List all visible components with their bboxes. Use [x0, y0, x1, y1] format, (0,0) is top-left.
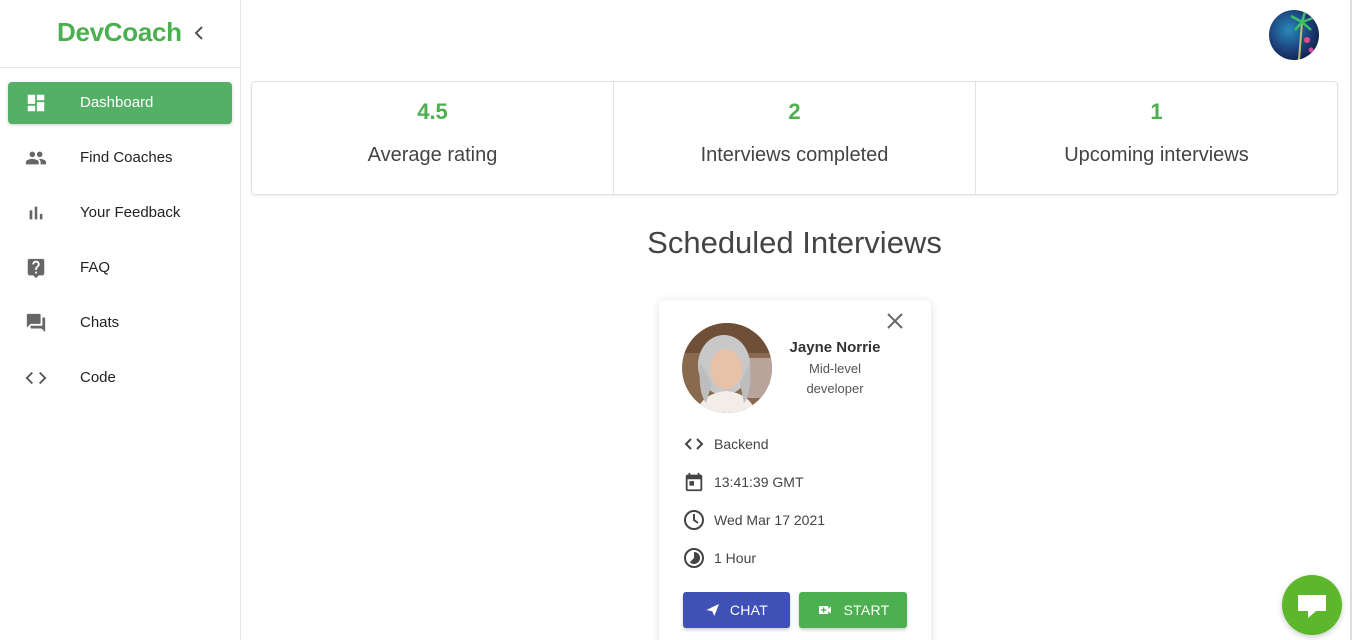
- sidebar-item-label: Code: [80, 369, 116, 386]
- start-button[interactable]: START: [799, 592, 907, 628]
- stat-value: 1: [1150, 99, 1163, 124]
- send-icon: [706, 604, 719, 616]
- stat-label: Average rating: [367, 144, 498, 166]
- sidebar-item-label: Dashboard: [80, 94, 154, 111]
- sidebar-item-find-coaches[interactable]: Find Coaches: [8, 137, 232, 179]
- stat-value: 4.5: [417, 99, 448, 124]
- detail-text: Backend: [714, 436, 769, 452]
- section-title: Scheduled Interviews: [647, 225, 942, 260]
- brand-row: DevCoach: [0, 0, 240, 68]
- sidebar-nav: Dashboard Find Coaches Your Feedback FAQ…: [0, 82, 240, 412]
- code-icon: [684, 438, 704, 450]
- calendar-icon: [685, 472, 703, 492]
- stat-value: 2: [788, 99, 801, 124]
- forum-icon: [26, 313, 46, 333]
- sidebar-item-label: Find Coaches: [80, 149, 173, 166]
- sidebar-item-label: FAQ: [80, 259, 111, 276]
- chevron-left-icon[interactable]: [190, 22, 208, 44]
- timelapse-icon: [684, 548, 704, 568]
- stat-upcoming-interviews: 1 Upcoming interviews: [976, 82, 1337, 194]
- sidebar-item-faq[interactable]: FAQ: [8, 247, 232, 289]
- coach-level-line: developer: [806, 381, 864, 396]
- chat-button-label: CHAT: [729, 602, 769, 618]
- people-icon: [25, 151, 47, 165]
- coach-name: Jayne Norrie: [789, 339, 881, 356]
- chat-bubble-icon: [1298, 595, 1326, 618]
- sidebar-item-chats[interactable]: Chats: [8, 302, 232, 344]
- help-icon: [27, 258, 45, 279]
- detail-text: Wed Mar 17 2021: [714, 512, 826, 528]
- close-icon[interactable]: [884, 310, 906, 332]
- stat-label: Interviews completed: [700, 144, 889, 166]
- stat-label: Upcoming interviews: [1064, 144, 1249, 166]
- start-button-label: START: [843, 602, 890, 618]
- coach-level: Mid-level developer: [777, 359, 893, 399]
- detail-topic: Backend: [683, 432, 913, 456]
- coach-avatar: [682, 323, 772, 413]
- detail-text: 13:41:39 GMT: [714, 474, 804, 490]
- detail-date: Wed Mar 17 2021: [683, 508, 913, 532]
- user-avatar[interactable]: [1269, 10, 1319, 60]
- sidebar-item-code[interactable]: Code: [8, 357, 232, 399]
- stat-average-rating: 4.5 Average rating: [252, 82, 614, 194]
- brand-logo[interactable]: DevCoach: [57, 17, 182, 48]
- sidebar-item-label: Your Feedback: [80, 204, 181, 221]
- code-icon: [25, 371, 47, 385]
- detail-time: 13:41:39 GMT: [683, 470, 913, 494]
- sidebar-item-label: Chats: [80, 314, 120, 331]
- clock-icon: [684, 510, 704, 530]
- interview-card: Jayne Norrie Mid-level developer Backend…: [659, 300, 931, 640]
- chat-button[interactable]: CHAT: [683, 592, 790, 628]
- dashboard-icon: [27, 94, 45, 112]
- chat-fab[interactable]: [1282, 575, 1342, 635]
- detail-text: 1 Hour: [714, 550, 757, 566]
- detail-duration: 1 Hour: [683, 546, 913, 570]
- stat-interviews-completed: 2 Interviews completed: [614, 82, 976, 194]
- sidebar: DevCoach Dashboard Find Coaches Your Fee…: [0, 0, 241, 640]
- coach-level-line: Mid-level: [808, 361, 861, 376]
- sidebar-item-your-feedback[interactable]: Your Feedback: [8, 192, 232, 234]
- bar-chart-icon: [29, 206, 43, 220]
- sidebar-item-dashboard[interactable]: Dashboard: [8, 82, 232, 124]
- stats-panel: 4.5 Average rating 2 Interviews complete…: [251, 81, 1338, 195]
- video-call-icon: [819, 606, 832, 614]
